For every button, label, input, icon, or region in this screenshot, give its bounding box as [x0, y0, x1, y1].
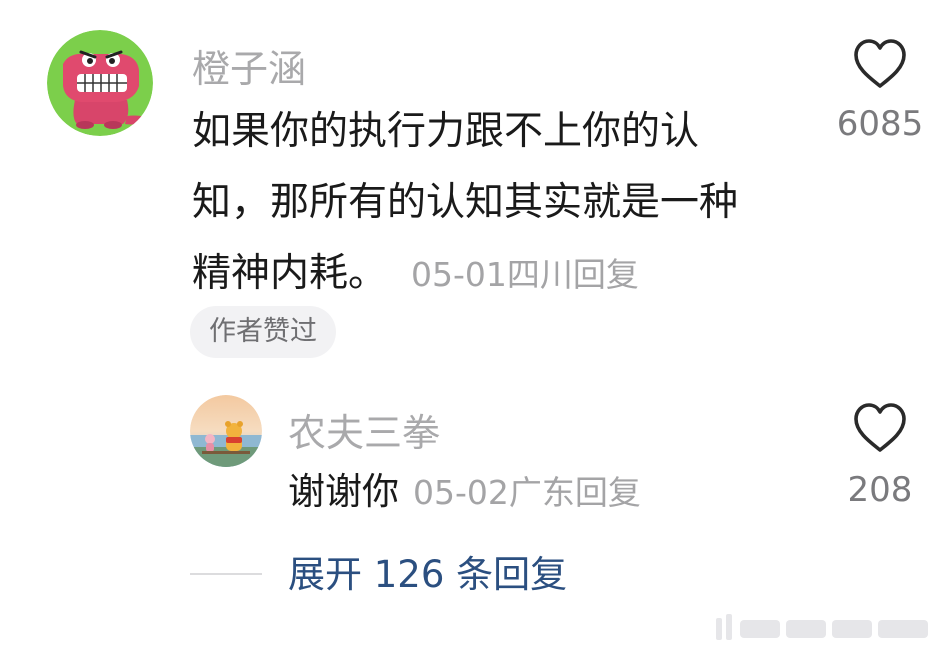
comment-like-count: 6085 [836, 104, 924, 144]
author-liked-badge: 作者赞过 [190, 306, 336, 358]
reply-like-count: 208 [847, 470, 913, 510]
watermark-logo [716, 614, 928, 640]
commenter-avatar[interactable] [47, 30, 153, 136]
comment-body: 如果你的执行力跟不上你的认 知，那所有的认知其实就是一种 精神内耗。 05-01四… [192, 96, 812, 310]
expand-divider [190, 573, 262, 575]
heart-outline-icon[interactable] [852, 38, 908, 90]
comment-text-line: 如果你的执行力跟不上你的认 [192, 109, 700, 154]
heart-outline-icon[interactable] [852, 402, 908, 454]
comment-location: 四川 [506, 255, 573, 294]
reply-text: 谢谢你 [288, 470, 399, 513]
reply-reply-button[interactable]: 回复 [575, 473, 641, 512]
reply-location: 广东 [508, 473, 575, 512]
comment-text-line: 知，那所有的认知其实就是一种 [192, 180, 739, 225]
reply-body: 谢谢你 05-02广东回复 [288, 466, 641, 519]
comment-reply-button[interactable]: 回复 [573, 255, 639, 294]
expand-replies-link[interactable]: 展开 126 条回复 [288, 549, 567, 601]
commenter-username[interactable]: 橙子涵 [192, 38, 306, 93]
comment-text-line: 精神内耗。 [192, 251, 388, 296]
replier-avatar[interactable] [190, 395, 262, 467]
reply-date: 05-02 [413, 473, 509, 512]
pooh-bear-avatar-icon [190, 395, 262, 467]
crocodile-avatar-icon [47, 30, 153, 136]
comment-text-line-last: 精神内耗。 05-01四川回复 [192, 238, 812, 310]
replier-username[interactable]: 农夫三拳 [288, 402, 440, 457]
comment-date: 05-01 [411, 255, 507, 294]
